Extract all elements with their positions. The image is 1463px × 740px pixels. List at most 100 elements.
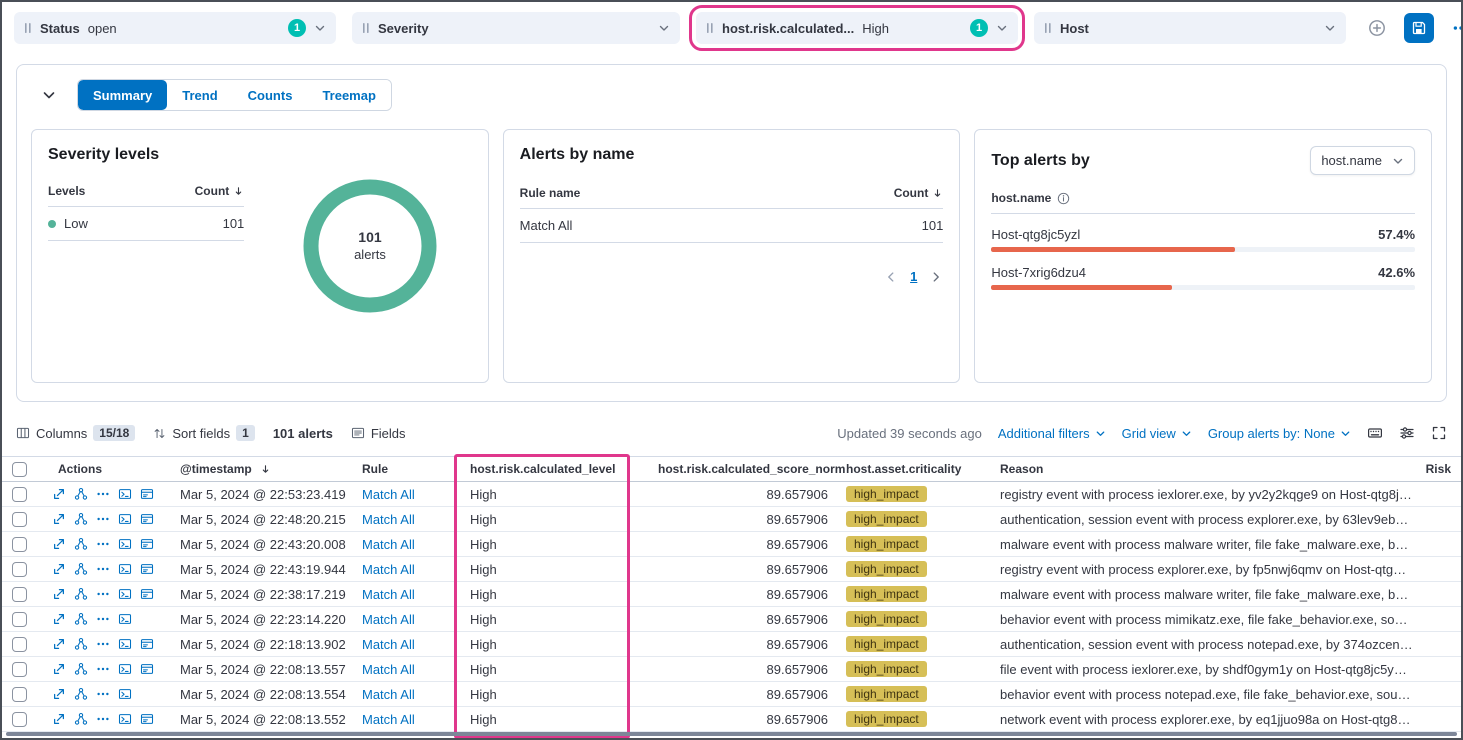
- expand-alert-icon[interactable]: [52, 612, 66, 626]
- rule-link[interactable]: Match All: [362, 637, 415, 652]
- additional-filters-button[interactable]: Additional filters: [998, 426, 1106, 441]
- tab-treemap[interactable]: Treemap: [307, 80, 390, 110]
- tab-summary[interactable]: Summary: [78, 80, 167, 110]
- investigate-timeline-icon[interactable]: [140, 587, 154, 601]
- investigate-timeline-icon[interactable]: [140, 562, 154, 576]
- row-checkbox[interactable]: [12, 487, 27, 502]
- expand-alert-icon[interactable]: [52, 562, 66, 576]
- more-actions-icon[interactable]: [96, 537, 110, 551]
- row-checkbox[interactable]: [12, 662, 27, 677]
- display-options-icon[interactable]: [1399, 425, 1415, 441]
- row-checkbox[interactable]: [12, 587, 27, 602]
- fields-button[interactable]: Fields: [351, 426, 406, 441]
- next-page-icon[interactable]: [929, 270, 943, 284]
- session-view-icon[interactable]: [118, 637, 132, 651]
- investigate-timeline-icon[interactable]: [140, 712, 154, 726]
- analyze-event-icon[interactable]: [74, 712, 88, 726]
- select-all-checkbox[interactable]: [12, 462, 27, 477]
- top-alerts-field-select[interactable]: host.name: [1310, 146, 1415, 175]
- row-checkbox[interactable]: [12, 687, 27, 702]
- analyze-event-icon[interactable]: [74, 512, 88, 526]
- filter-host[interactable]: Host: [1034, 12, 1346, 44]
- group-alerts-button[interactable]: Group alerts by: None: [1208, 426, 1351, 441]
- more-actions-icon[interactable]: [96, 712, 110, 726]
- info-icon[interactable]: [1057, 192, 1070, 205]
- more-actions-icon[interactable]: [96, 587, 110, 601]
- count-column-header[interactable]: Count: [195, 184, 245, 198]
- session-view-icon[interactable]: [118, 612, 132, 626]
- collapse-chevron-icon[interactable]: [41, 87, 57, 103]
- expand-alert-icon[interactable]: [52, 537, 66, 551]
- host-name[interactable]: Host-7xrig6dzu4: [991, 265, 1086, 280]
- risk-score-column-header[interactable]: host.risk.calculated_score_norm: [628, 462, 836, 476]
- more-actions-icon[interactable]: [96, 487, 110, 501]
- prev-page-icon[interactable]: [884, 270, 898, 284]
- rule-link[interactable]: Match All: [362, 587, 415, 602]
- session-view-icon[interactable]: [118, 512, 132, 526]
- analyze-event-icon[interactable]: [74, 562, 88, 576]
- controls-menu-icon[interactable]: [1446, 13, 1463, 43]
- row-checkbox[interactable]: [12, 612, 27, 627]
- rule-link[interactable]: Match All: [362, 662, 415, 677]
- expand-alert-icon[interactable]: [52, 712, 66, 726]
- rule-link[interactable]: Match All: [362, 612, 415, 627]
- rule-link[interactable]: Match All: [362, 687, 415, 702]
- analyze-event-icon[interactable]: [74, 537, 88, 551]
- analyze-event-icon[interactable]: [74, 662, 88, 676]
- rule-link[interactable]: Match All: [362, 712, 415, 727]
- criticality-column-header[interactable]: host.asset.criticality: [836, 462, 988, 476]
- count-column-header[interactable]: Count: [894, 186, 944, 200]
- more-actions-icon[interactable]: [96, 637, 110, 651]
- expand-alert-icon[interactable]: [52, 487, 66, 501]
- sort-fields-button[interactable]: Sort fields 1: [153, 425, 255, 441]
- risk-level-column-header[interactable]: host.risk.calculated_level: [456, 462, 628, 476]
- session-view-icon[interactable]: [118, 537, 132, 551]
- grid-view-button[interactable]: Grid view: [1122, 426, 1192, 441]
- rule-link[interactable]: Match All: [362, 562, 415, 577]
- more-actions-icon[interactable]: [96, 512, 110, 526]
- session-view-icon[interactable]: [118, 712, 132, 726]
- investigate-timeline-icon[interactable]: [140, 537, 154, 551]
- filter-severity[interactable]: Severity: [352, 12, 680, 44]
- expand-alert-icon[interactable]: [52, 637, 66, 651]
- analyze-event-icon[interactable]: [74, 612, 88, 626]
- expand-alert-icon[interactable]: [52, 587, 66, 601]
- row-checkbox[interactable]: [12, 712, 27, 727]
- add-control-button[interactable]: [1362, 13, 1392, 43]
- filter-status[interactable]: Statusopen1: [14, 12, 336, 44]
- columns-button[interactable]: Columns 15/18: [16, 425, 135, 441]
- analyze-event-icon[interactable]: [74, 487, 88, 501]
- rule-link[interactable]: Match All: [362, 512, 415, 527]
- investigate-timeline-icon[interactable]: [140, 662, 154, 676]
- host-name[interactable]: Host-qtg8jc5yzl: [991, 227, 1080, 242]
- analyze-event-icon[interactable]: [74, 687, 88, 701]
- investigate-timeline-icon[interactable]: [140, 637, 154, 651]
- rule-link[interactable]: Match All: [362, 537, 415, 552]
- keyboard-shortcuts-icon[interactable]: [1367, 425, 1383, 441]
- timestamp-column-header[interactable]: @timestamp: [174, 462, 358, 476]
- tab-counts[interactable]: Counts: [233, 80, 308, 110]
- risk-column-header[interactable]: Risk: [1413, 462, 1451, 476]
- fullscreen-icon[interactable]: [1431, 425, 1447, 441]
- session-view-icon[interactable]: [118, 562, 132, 576]
- reason-column-header[interactable]: Reason: [988, 462, 1413, 476]
- expand-alert-icon[interactable]: [52, 662, 66, 676]
- more-actions-icon[interactable]: [96, 687, 110, 701]
- session-view-icon[interactable]: [118, 587, 132, 601]
- investigate-timeline-icon[interactable]: [140, 487, 154, 501]
- analyze-event-icon[interactable]: [74, 587, 88, 601]
- row-checkbox[interactable]: [12, 562, 27, 577]
- page-number[interactable]: 1: [910, 269, 917, 284]
- horizontal-scrollbar[interactable]: [6, 732, 1457, 736]
- tab-trend[interactable]: Trend: [167, 80, 232, 110]
- analyze-event-icon[interactable]: [74, 637, 88, 651]
- row-checkbox[interactable]: [12, 537, 27, 552]
- session-view-icon[interactable]: [118, 662, 132, 676]
- save-controls-button[interactable]: [1404, 13, 1434, 43]
- more-actions-icon[interactable]: [96, 562, 110, 576]
- row-checkbox[interactable]: [12, 637, 27, 652]
- session-view-icon[interactable]: [118, 487, 132, 501]
- row-checkbox[interactable]: [12, 512, 27, 527]
- rule-column-header[interactable]: Rule: [358, 462, 456, 476]
- expand-alert-icon[interactable]: [52, 687, 66, 701]
